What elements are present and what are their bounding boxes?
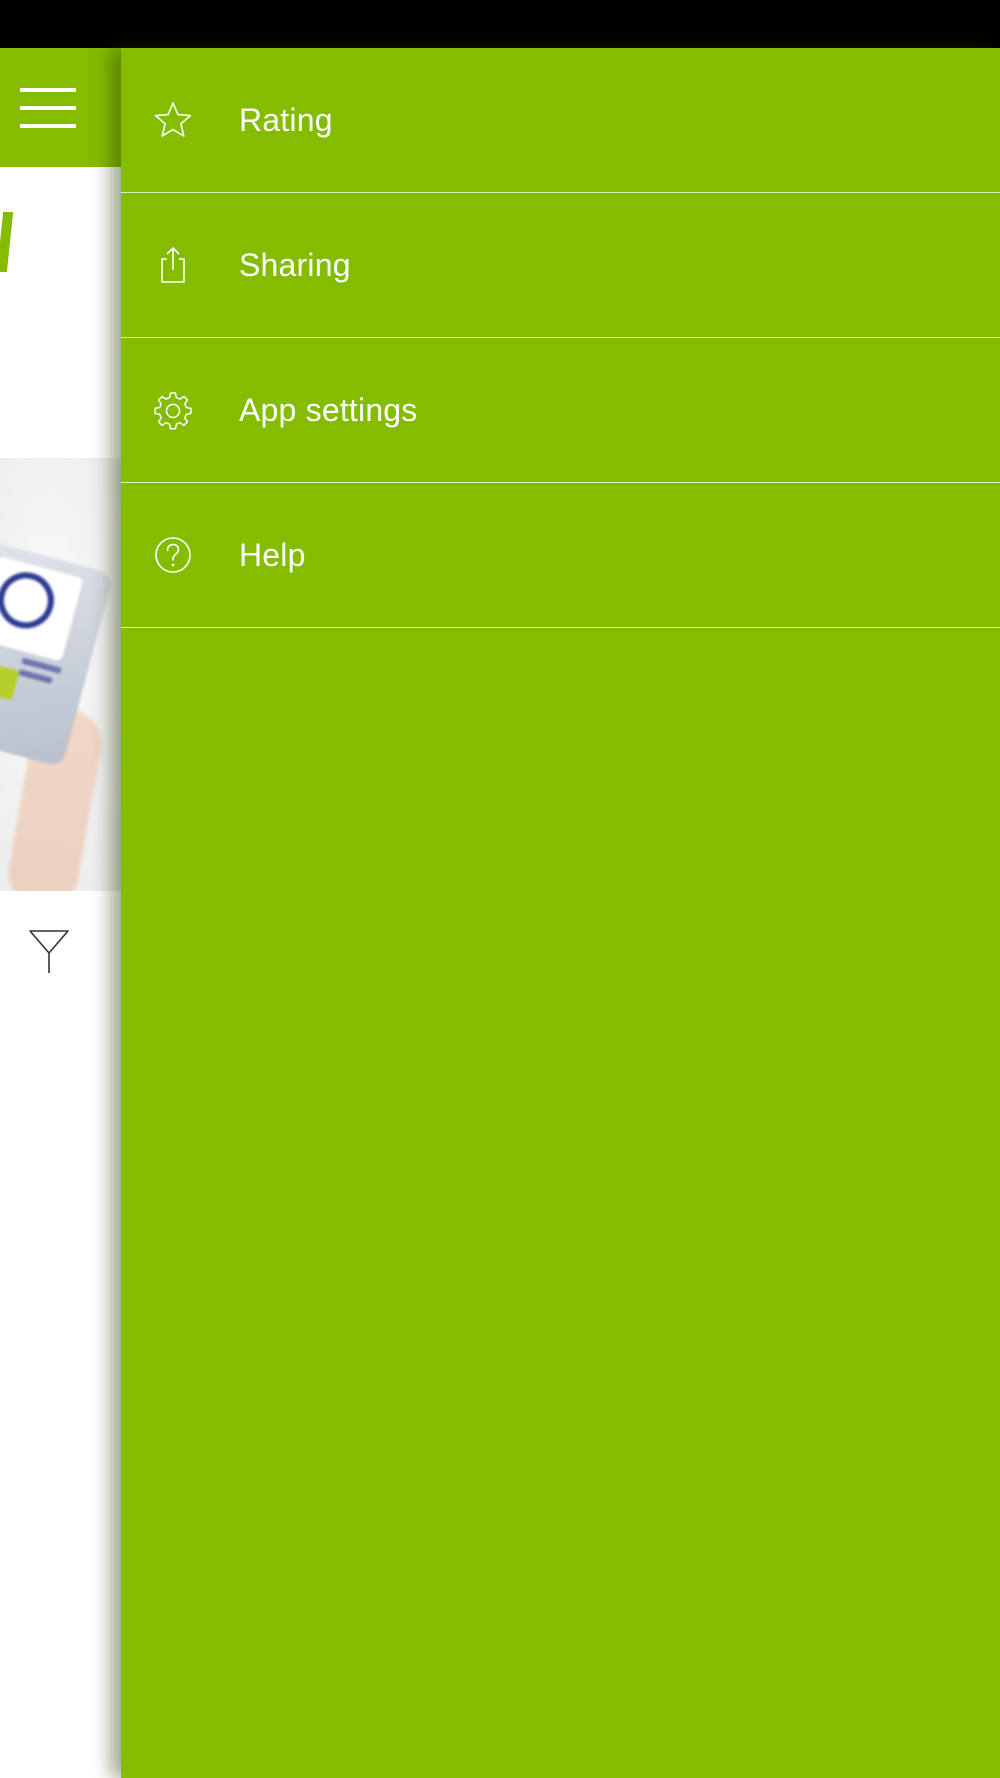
- drawer-item-sharing[interactable]: Sharing: [121, 193, 1000, 338]
- main-content-underlay: [0, 48, 122, 1778]
- drawer-item-label: App settings: [239, 392, 418, 428]
- star-icon: [153, 100, 193, 140]
- filter-icon[interactable]: [28, 928, 70, 974]
- drawer-item-label: Sharing: [239, 247, 351, 283]
- drawer-item-label: Help: [239, 537, 306, 573]
- hero-image: [0, 458, 122, 891]
- app-screen: Rating Sharing App settings Help: [0, 0, 1000, 1778]
- status-bar: [0, 0, 1000, 48]
- gear-icon: [153, 390, 193, 430]
- drawer-item-rating[interactable]: Rating: [121, 48, 1000, 193]
- hamburger-menu-icon[interactable]: [20, 88, 76, 128]
- logo-fragment: [0, 212, 14, 272]
- navigation-drawer: Rating Sharing App settings Help: [121, 48, 1000, 1778]
- app-header: [0, 48, 122, 167]
- drawer-item-app-settings[interactable]: App settings: [121, 338, 1000, 483]
- drawer-item-help[interactable]: Help: [121, 483, 1000, 628]
- share-icon: [153, 245, 193, 285]
- drawer-item-label: Rating: [239, 102, 333, 138]
- help-icon: [153, 535, 193, 575]
